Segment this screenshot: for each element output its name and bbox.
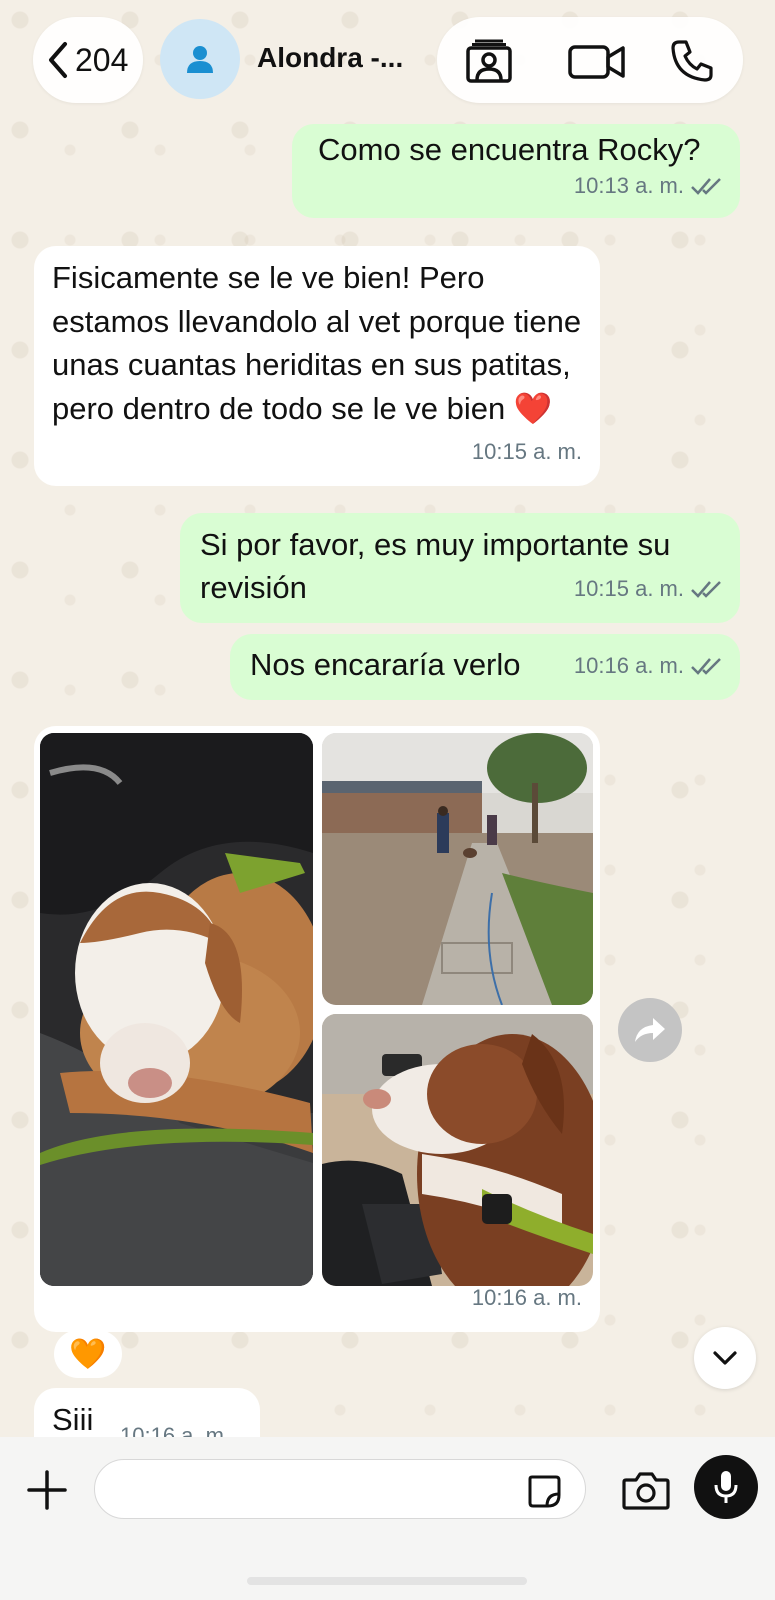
contact-card-icon[interactable] bbox=[463, 39, 515, 83]
photo-dog-sleeping[interactable] bbox=[40, 733, 313, 1286]
camera-icon[interactable] bbox=[622, 1470, 670, 1510]
voice-message-button[interactable] bbox=[694, 1455, 758, 1519]
message-composer bbox=[0, 1437, 775, 1600]
incoming-message[interactable]: Siii 10:16 a. m. bbox=[34, 1388, 260, 1438]
incoming-message[interactable]: Fisicamente se le ve bien! Pero estamos … bbox=[34, 246, 600, 486]
photo-street[interactable] bbox=[322, 733, 593, 1005]
double-check-icon bbox=[691, 178, 721, 195]
message-time: 10:16 a. m. bbox=[573, 653, 684, 678]
video-camera-icon[interactable] bbox=[567, 39, 627, 83]
forward-button[interactable] bbox=[618, 998, 682, 1062]
message-meta: 10:13 a. m. bbox=[574, 164, 724, 208]
incoming-message-clip: Siii 10:16 a. m. bbox=[34, 1388, 264, 1438]
chevron-left-icon bbox=[49, 42, 67, 78]
message-input[interactable] bbox=[94, 1459, 586, 1519]
forward-arrow-icon bbox=[635, 1018, 665, 1042]
message-time: 10:16 a. m. bbox=[120, 1423, 231, 1438]
chat-header: 204 Alondra -... bbox=[0, 0, 775, 120]
person-icon bbox=[187, 46, 213, 73]
phone-icon[interactable] bbox=[669, 39, 715, 83]
message-time: 10:13 a. m. bbox=[573, 173, 684, 198]
call-actions bbox=[437, 17, 743, 103]
back-button[interactable]: 204 bbox=[33, 17, 143, 103]
double-check-icon bbox=[691, 658, 721, 675]
dog-sleeping-image bbox=[40, 733, 313, 1286]
contact-name[interactable]: Alondra -... bbox=[257, 42, 417, 74]
message-text: Fisicamente se le ve bien! Pero estamos … bbox=[52, 260, 582, 426]
message-reaction[interactable]: 🧡 bbox=[54, 1330, 122, 1378]
message-time: 10:15 a. m. bbox=[471, 439, 582, 464]
message-meta: 10:16 a. m. bbox=[472, 1276, 582, 1320]
dog-window-image bbox=[322, 1014, 593, 1286]
message-time: 10:15 a. m. bbox=[573, 576, 684, 601]
chevron-down-icon bbox=[713, 1351, 737, 1365]
outgoing-message[interactable]: Si por favor, es muy importante su revis… bbox=[180, 513, 740, 623]
scroll-to-bottom-button[interactable] bbox=[694, 1327, 756, 1389]
sticker-icon[interactable] bbox=[526, 1473, 562, 1509]
message-meta: 10:15 a. m. bbox=[472, 430, 582, 474]
avatar[interactable] bbox=[160, 19, 240, 99]
incoming-photo-album[interactable]: 10:16 a. m. bbox=[34, 726, 600, 1332]
double-check-icon bbox=[691, 581, 721, 598]
unread-count: 204 bbox=[75, 41, 129, 78]
street-image bbox=[322, 733, 593, 1005]
outgoing-message[interactable]: Nos encararía verlo 10:16 a. m. bbox=[230, 634, 740, 700]
microphone-icon bbox=[714, 1471, 738, 1503]
message-meta: 10:16 a. m. bbox=[574, 644, 724, 688]
photo-dog-window[interactable] bbox=[322, 1014, 593, 1286]
plus-icon[interactable] bbox=[26, 1469, 68, 1511]
message-time: 10:16 a. m. bbox=[471, 1285, 582, 1310]
outgoing-message[interactable]: Como se encuentra Rocky? 10:13 a. m. bbox=[292, 124, 740, 218]
home-indicator bbox=[247, 1577, 527, 1585]
message-meta: 10:15 a. m. bbox=[574, 567, 724, 611]
message-meta: 10:16 a. m. bbox=[120, 1414, 230, 1438]
